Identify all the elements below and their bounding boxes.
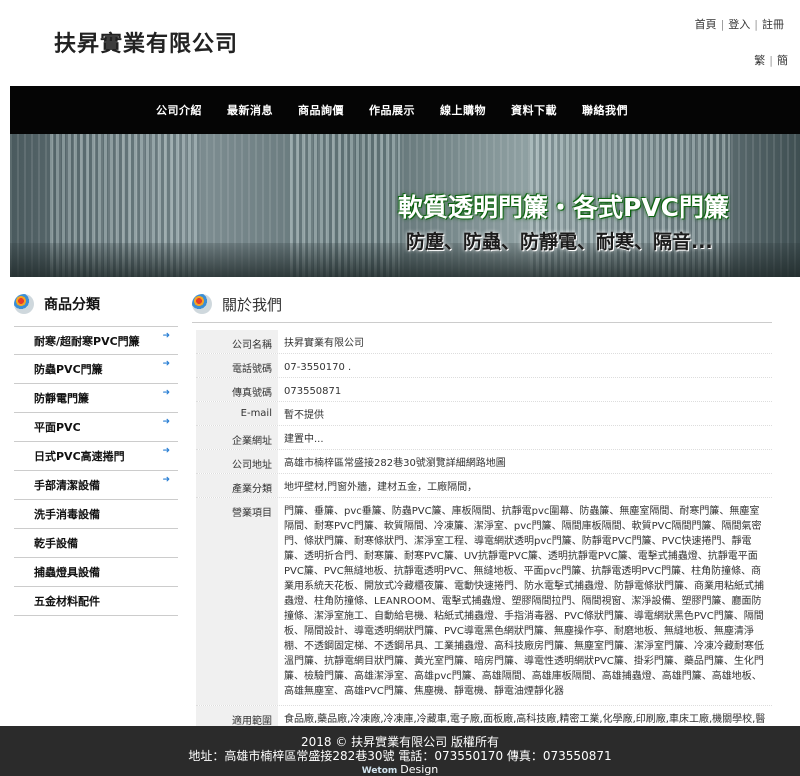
- info-label: 電話號碼: [196, 354, 278, 377]
- category-item[interactable]: 平面PVC ➜: [14, 413, 178, 442]
- nav-item-inquiry[interactable]: 商品詢價: [298, 102, 344, 118]
- info-label: 公司地址: [196, 450, 278, 473]
- traditional-chinese-link[interactable]: 繁: [750, 54, 769, 67]
- footer-copyright: 2018 © 扶昇實業有限公司 版權所有: [301, 735, 499, 749]
- designer-brand[interactable]: Wetom: [362, 766, 398, 776]
- category-item[interactable]: 捕蟲燈具設備: [14, 558, 178, 587]
- info-value: 07-3550170 .: [284, 362, 352, 373]
- home-link[interactable]: 首頁: [691, 18, 721, 31]
- language-links: 繁 | 簡: [750, 52, 792, 68]
- site-header: 扶昇實業有限公司 首頁 | 登入 | 註冊 繁 | 簡: [0, 0, 800, 86]
- simplified-chinese-link[interactable]: 簡: [773, 54, 792, 67]
- page-title: 關於我們: [222, 295, 283, 314]
- info-label: 營業項目: [196, 498, 278, 705]
- arrow-right-icon: ➜: [162, 359, 170, 369]
- category-label: 乾手設備: [34, 537, 78, 550]
- category-item[interactable]: 乾手設備: [14, 529, 178, 558]
- info-value: 暫不提供: [284, 410, 324, 421]
- category-label: 耐寒/超耐寒PVC門簾: [34, 335, 140, 348]
- about-heading: 關於我們: [192, 292, 282, 316]
- category-item[interactable]: 手部清潔設備 ➜: [14, 471, 178, 500]
- arrow-right-icon: ➜: [162, 388, 170, 398]
- arrow-right-icon: ➜: [162, 475, 170, 485]
- info-value[interactable]: 建置中...: [278, 426, 772, 449]
- category-label: 手部清潔設備: [34, 479, 100, 492]
- category-list: 耐寒/超耐寒PVC門簾 ➜ 防蟲PVC門簾 ➜ 防靜電門簾 ➜ 平面PVC ➜ 日式PV…: [14, 326, 178, 616]
- footer-contact: 地址：高雄市楠梓區常盛接282巷30號 電話：073550170 傳真：0735…: [188, 749, 612, 763]
- nav-item-contact[interactable]: 聯絡我們: [582, 102, 628, 118]
- info-label: 企業網址: [196, 426, 278, 449]
- arrow-right-icon: ➜: [162, 446, 170, 456]
- info-row: 傳真號碼 073550871: [196, 378, 772, 402]
- banner-subline: 防塵、防蟲、防靜電、耐寒、隔音...: [406, 231, 713, 253]
- main-nav: 公司介紹 最新消息 商品詢價 作品展示 線上購物 資料下載 聯絡我們: [10, 86, 800, 134]
- category-item[interactable]: 五金材料配件: [14, 587, 178, 616]
- category-label: 捕蟲燈具設備: [34, 566, 100, 579]
- info-row: 公司名稱 扶昇實業有限公司: [196, 330, 772, 354]
- info-row: 產業分類 地坪壁材,門窗外牆，建材五金，工廠隔間，: [196, 474, 772, 498]
- site-footer: 2018 © 扶昇實業有限公司 版權所有 地址：高雄市楠梓區常盛接282巷30號…: [0, 726, 800, 776]
- company-info-table: 公司名稱 扶昇實業有限公司 電話號碼 07-3550170 . 傳真號碼 073550…: [196, 330, 772, 749]
- nav-item-portfolio[interactable]: 作品展示: [369, 102, 415, 118]
- hero-banner: 軟質透明門簾・各式PVC門簾 防塵、防蟲、防靜電、耐寒、隔音...: [10, 134, 800, 277]
- divider: [192, 322, 772, 323]
- info-row: 營業項目 門簾、垂簾、pvc垂簾、防蟲PVC簾、庫板隔間、抗靜電pvc圍幕、防蟲簾…: [196, 498, 772, 706]
- category-item[interactable]: 防蟲PVC門簾 ➜: [14, 355, 178, 384]
- category-label: 防蟲PVC門簾: [34, 363, 103, 376]
- info-label: 公司名稱: [196, 330, 278, 353]
- nav-item-shop[interactable]: 線上購物: [440, 102, 486, 118]
- category-item[interactable]: 洗手消毒設備: [14, 500, 178, 529]
- company-logo[interactable]: 扶昇實業有限公司: [54, 26, 238, 58]
- category-orb-icon: [14, 294, 34, 314]
- category-label: 洗手消毒設備: [34, 508, 100, 521]
- nav-item-about[interactable]: 公司介紹: [156, 102, 202, 118]
- category-label: 日式PVC高速捲門: [34, 450, 125, 463]
- category-heading: 商品分類: [14, 292, 100, 316]
- designer-label: Design: [400, 763, 439, 776]
- category-item[interactable]: 防靜電門簾 ➜: [14, 384, 178, 413]
- banner-headline: 軟質透明門簾・各式PVC門簾: [398, 193, 730, 222]
- info-row: E-mail 暫不提供: [196, 402, 772, 426]
- info-label: 產業分類: [196, 474, 278, 497]
- address-map-link[interactable]: 高雄市楠梓區常盛接282巷30號瀏覽詳細網路地圖: [278, 450, 772, 473]
- category-label: 平面PVC: [34, 421, 81, 434]
- info-label: E-mail: [196, 402, 278, 425]
- about-orb-icon: [192, 294, 212, 314]
- nav-item-downloads[interactable]: 資料下載: [511, 102, 557, 118]
- register-link[interactable]: 註冊: [758, 18, 788, 31]
- info-value: 門簾、垂簾、pvc垂簾、防蟲PVC簾、庫板隔間、抗靜電pvc圍幕、防蟲簾、無塵室…: [284, 506, 764, 697]
- info-value: 地坪壁材,門窗外牆，建材五金，工廠隔間，: [284, 482, 478, 493]
- nav-item-news[interactable]: 最新消息: [227, 102, 273, 118]
- footer-credit: Wetom Design: [0, 764, 800, 776]
- category-label: 五金材料配件: [34, 595, 100, 608]
- category-item[interactable]: 耐寒/超耐寒PVC門簾 ➜: [14, 326, 178, 355]
- info-value: 073550871: [284, 386, 342, 397]
- category-label: 防靜電門簾: [34, 392, 89, 405]
- category-title: 商品分類: [44, 297, 100, 313]
- info-row: 電話號碼 07-3550170 .: [196, 354, 772, 378]
- login-link[interactable]: 登入: [724, 18, 754, 31]
- info-label: 傳真號碼: [196, 378, 278, 401]
- info-row: 企業網址 建置中...: [196, 426, 772, 450]
- arrow-right-icon: ➜: [162, 417, 170, 427]
- top-links: 首頁 | 登入 | 註冊: [691, 16, 788, 32]
- info-value: 扶昇實業有限公司: [284, 338, 364, 349]
- category-item[interactable]: 日式PVC高速捲門 ➜: [14, 442, 178, 471]
- info-row: 公司地址 高雄市楠梓區常盛接282巷30號瀏覽詳細網路地圖: [196, 450, 772, 474]
- arrow-right-icon: ➜: [162, 331, 170, 341]
